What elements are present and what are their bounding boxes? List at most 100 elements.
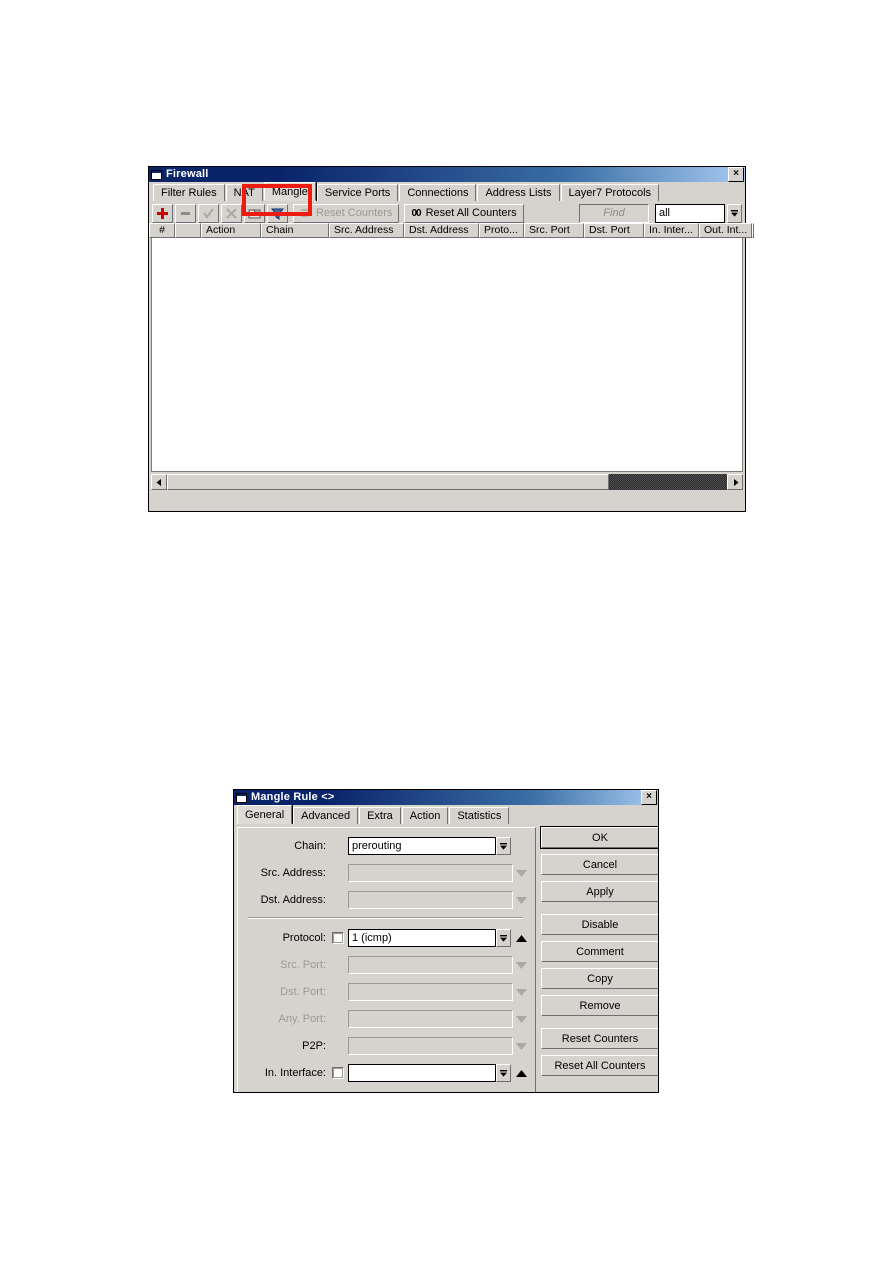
chevron-down-icon [515, 896, 527, 904]
column-header-chain[interactable]: Chain [261, 223, 329, 238]
dropdown-button-p2p [513, 1037, 529, 1055]
tab-nat[interactable]: NAT [225, 184, 263, 201]
tab-layer7-protocols[interactable]: Layer7 Protocols [560, 184, 660, 201]
scrollbar-track[interactable] [167, 474, 727, 490]
chevron-down-icon [731, 209, 738, 217]
chevron-down-icon [500, 842, 507, 850]
expand-button-protocol[interactable] [514, 929, 528, 947]
column-header-in-inter[interactable]: In. Inter... [644, 223, 699, 238]
enable-rule-button[interactable] [198, 203, 219, 223]
dropdown-button-any-port [513, 1010, 529, 1028]
chevron-down-icon [515, 869, 527, 877]
tab-filter-rules[interactable]: Filter Rules [153, 184, 225, 201]
dropdown-button-chain[interactable] [496, 837, 511, 855]
input-chain[interactable]: prerouting [348, 837, 496, 855]
copy-button[interactable]: Copy [541, 968, 658, 989]
field-row-src-address: Src. Address: [238, 863, 529, 883]
firewall-tabstrip[interactable]: Filter Rules NAT Mangle Service Ports Connec… [149, 182, 745, 201]
input-protocol[interactable]: 1 (icmp) [348, 929, 496, 947]
plus-icon [157, 207, 168, 219]
input-dst-port [348, 983, 513, 1001]
close-icon[interactable]: × [728, 167, 744, 182]
column-header-proto[interactable]: Proto... [479, 223, 524, 238]
column-header-src-port[interactable]: Src. Port [524, 223, 584, 238]
arrow-left-icon [156, 478, 161, 486]
check-icon [203, 207, 214, 219]
column-header-dst-address[interactable]: Dst. Address [404, 223, 479, 238]
scroll-left-button[interactable] [151, 474, 167, 490]
label-in-interface: In. Interface: [264, 1067, 326, 1079]
close-icon[interactable]: × [641, 790, 657, 805]
comment-button[interactable]: Comment [541, 941, 658, 962]
input-in-interface[interactable] [348, 1064, 496, 1082]
scroll-right-button[interactable] [727, 474, 743, 490]
window-icon [236, 792, 247, 803]
mangle-title: Mangle Rule <> [251, 791, 335, 803]
horizontal-scrollbar[interactable] [151, 474, 743, 490]
scrollbar-thumb[interactable] [167, 474, 610, 490]
label-chain: Chain: [294, 840, 326, 852]
reset-all-counters-button[interactable]: 00 Reset All Counters [404, 203, 524, 223]
mangle-tabstrip[interactable]: General Advanced Extra Action Statistics [234, 805, 658, 824]
expand-button-in-interface[interactable] [514, 1064, 528, 1082]
reset-all-counters-badge: 00 [411, 207, 421, 219]
chevron-down-icon [515, 1042, 527, 1050]
reset-counters-button[interactable]: Reset Counters [293, 203, 400, 223]
input-src-address [348, 864, 513, 882]
checkbox-protocol[interactable] [332, 932, 344, 944]
checkbox-in-interface[interactable] [332, 1067, 344, 1079]
filter-button[interactable] [267, 203, 288, 223]
dropdown-button-protocol[interactable] [496, 929, 511, 947]
reset-all-counters-button[interactable]: Reset All Counters [541, 1055, 658, 1076]
firewall-titlebar: Firewall × [149, 167, 745, 182]
disable-rule-button[interactable] [221, 203, 242, 223]
firewall-title: Firewall [166, 168, 209, 180]
tab-action[interactable]: Action [401, 807, 449, 824]
tab-extra[interactable]: Extra [359, 807, 401, 824]
chevron-up-icon [515, 1069, 527, 1077]
tab-general[interactable]: General [237, 805, 293, 824]
ok-button[interactable]: OK [540, 826, 658, 849]
disable-button[interactable]: Disable [541, 914, 658, 935]
dropdown-button-in-interface[interactable] [496, 1064, 511, 1082]
cancel-button[interactable]: Cancel [541, 854, 658, 875]
remove-button[interactable]: Remove [541, 995, 658, 1016]
tab-service-ports[interactable]: Service Ports [316, 184, 399, 201]
mangle-form-column: Chain: prerouting Src. Address: Dst. Addres… [237, 827, 536, 1092]
tab-mangle[interactable]: Mangle [263, 182, 316, 201]
mangle-titlebar: Mangle Rule <> × [234, 790, 658, 805]
firewall-window[interactable]: Firewall × Filter Rules NAT Mangle Service … [148, 166, 754, 512]
search-input[interactable]: Find [579, 203, 649, 223]
mangle-rule-dialog[interactable]: Mangle Rule <> × General Advanced Extra Act… [233, 789, 659, 1093]
arrow-right-icon [733, 478, 738, 486]
column-header-[interactable]: # [149, 223, 175, 238]
tab-connections[interactable]: Connections [399, 184, 477, 201]
tab-statistics[interactable]: Statistics [449, 807, 510, 824]
reset-counters-label: Reset Counters [316, 206, 393, 219]
tab-address-lists[interactable]: Address Lists [477, 184, 560, 201]
remove-rule-button[interactable] [175, 203, 196, 223]
tab-advanced[interactable]: Advanced [293, 807, 359, 824]
reset-counters-button[interactable]: Reset Counters [541, 1028, 658, 1049]
add-rule-button[interactable] [152, 203, 173, 223]
firewall-toolbar[interactable]: Reset Counters 00 Reset All Counters Fin… [149, 201, 745, 223]
chevron-down-icon [515, 988, 527, 996]
filter-select-dropdown-button[interactable] [727, 203, 742, 223]
chevron-down-icon [515, 1015, 527, 1023]
list-column-header[interactable]: # Action Chain Src. Address Dst. Address Prot… [149, 223, 754, 238]
column-header-dst-port[interactable]: Dst. Port [584, 223, 644, 238]
column-menu-button[interactable] [752, 223, 754, 238]
column-header-out-int[interactable]: Out. Int... [699, 223, 752, 238]
comment-button[interactable] [244, 203, 265, 223]
mangle-button-column[interactable]: OK Cancel Apply Disable Comment Copy Remove Res… [536, 826, 658, 1092]
label-src-port: Src. Port: [280, 959, 326, 971]
filter-select[interactable]: all [655, 203, 725, 223]
column-header-src-address[interactable]: Src. Address [329, 223, 404, 238]
rule-list[interactable] [151, 238, 743, 472]
column-header-action[interactable]: Action [201, 223, 261, 238]
apply-button[interactable]: Apply [541, 881, 658, 902]
chevron-down-icon [500, 1069, 507, 1077]
reset-all-counters-label: Reset All Counters [425, 206, 517, 219]
chevron-down-icon [500, 934, 507, 942]
column-header-blank-1[interactable] [175, 223, 201, 238]
